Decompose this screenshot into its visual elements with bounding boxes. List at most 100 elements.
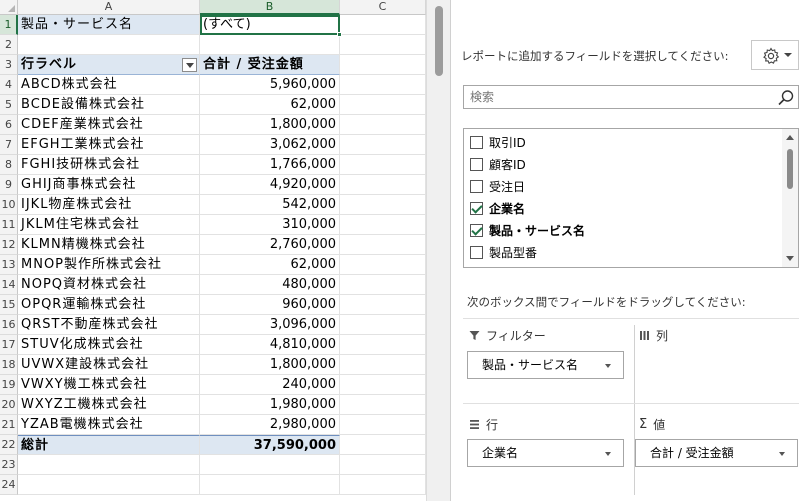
checkbox[interactable] <box>470 157 483 171</box>
cell-c17[interactable] <box>340 335 426 355</box>
column-header-c[interactable]: C <box>340 0 426 15</box>
row-label-cell[interactable]: ABCD株式会社 <box>18 75 200 95</box>
value-cell[interactable]: 62,000 <box>200 255 340 275</box>
cell-a24[interactable] <box>18 475 200 495</box>
value-cell[interactable]: 960,000 <box>200 295 340 315</box>
value-cell[interactable]: 240,000 <box>200 375 340 395</box>
column-header-a[interactable]: A <box>18 0 200 15</box>
row-header-18[interactable]: 18 <box>0 355 18 375</box>
field-search-box[interactable] <box>463 85 799 109</box>
row-header-24[interactable]: 24 <box>0 475 18 495</box>
value-cell[interactable]: 4,920,000 <box>200 175 340 195</box>
row-header-11[interactable]: 11 <box>0 215 18 235</box>
field-list[interactable]: 取引ID 顧客ID 受注日企業名製品・サービス名製品型番数量 <box>463 128 799 268</box>
checkbox[interactable] <box>470 245 483 259</box>
value-cell[interactable]: 62,000 <box>200 95 340 115</box>
row-header-17[interactable]: 17 <box>0 335 18 355</box>
checkbox[interactable] <box>470 179 483 193</box>
row-label-cell[interactable]: JKLM住宅株式会社 <box>18 215 200 235</box>
row-label-cell[interactable]: YZAB電機株式会社 <box>18 415 200 435</box>
sheet-vertical-scrollbar[interactable] <box>426 0 450 501</box>
cell-c23[interactable] <box>340 455 426 475</box>
grand-total-label[interactable]: 総計 <box>18 435 200 455</box>
cell-c4[interactable] <box>340 75 426 95</box>
row-label-cell[interactable]: IJKL物産株式会社 <box>18 195 200 215</box>
row-header-1[interactable]: 1 <box>0 15 18 35</box>
cell-c9[interactable] <box>340 175 426 195</box>
row-header-13[interactable]: 13 <box>0 255 18 275</box>
row-label-cell[interactable]: FGHI技研株式会社 <box>18 155 200 175</box>
row-header-9[interactable]: 9 <box>0 175 18 195</box>
row-header-22[interactable]: 22 <box>0 435 18 455</box>
cell-c21[interactable] <box>340 415 426 435</box>
row-label-cell[interactable]: BCDE設備株式会社 <box>18 95 200 115</box>
cell-c19[interactable] <box>340 375 426 395</box>
cell-c12[interactable] <box>340 235 426 255</box>
row-label-cell[interactable]: QRST不動産株式会社 <box>18 315 200 335</box>
value-cell[interactable]: 3,062,000 <box>200 135 340 155</box>
cell-b23[interactable] <box>200 455 340 475</box>
field-item[interactable]: 受注日 <box>470 175 525 197</box>
value-cell[interactable]: 310,000 <box>200 215 340 235</box>
row-label-cell[interactable]: WXYZ工機株式会社 <box>18 395 200 415</box>
scrollbar-thumb[interactable] <box>435 6 443 76</box>
row-header-8[interactable]: 8 <box>0 155 18 175</box>
chevron-down-icon[interactable] <box>605 364 611 368</box>
chevron-down-icon[interactable] <box>779 452 785 456</box>
field-item[interactable]: 数量 <box>470 263 513 269</box>
cell-c3[interactable] <box>340 55 426 75</box>
cell-c15[interactable] <box>340 295 426 315</box>
cell-b2[interactable] <box>200 35 340 55</box>
cell-c6[interactable] <box>340 115 426 135</box>
cell-a2[interactable] <box>18 35 200 55</box>
cell-c22[interactable] <box>340 435 426 455</box>
field-list-scrollbar[interactable] <box>782 129 798 267</box>
cell-b24[interactable] <box>200 475 340 495</box>
row-label-cell[interactable]: CDEF産業株式会社 <box>18 115 200 135</box>
values-area-field-chip[interactable]: 合計 / 受注金額 <box>635 439 798 467</box>
value-cell[interactable]: 480,000 <box>200 275 340 295</box>
cell-c11[interactable] <box>340 215 426 235</box>
spreadsheet[interactable]: A B C 1 製品・サービス名 (すべて) 2 3 行ラベル 合計 / 受注金額 4 ABCD… <box>0 0 426 501</box>
row-label-cell[interactable]: GHIJ商事株式会社 <box>18 175 200 195</box>
grand-total-value[interactable]: 37,590,000 <box>200 435 340 455</box>
row-header-10[interactable]: 10 <box>0 195 18 215</box>
tools-button[interactable] <box>751 40 799 70</box>
row-label-cell[interactable]: UVWX建設株式会社 <box>18 355 200 375</box>
cell-c16[interactable] <box>340 315 426 335</box>
rows-area-field-chip[interactable]: 企業名 <box>467 439 624 467</box>
cell-a23[interactable] <box>18 455 200 475</box>
row-header-3[interactable]: 3 <box>0 55 18 75</box>
row-label-cell[interactable]: VWXY機工株式会社 <box>18 375 200 395</box>
row-label-cell[interactable]: NOPQ資材株式会社 <box>18 275 200 295</box>
row-header-6[interactable]: 6 <box>0 115 18 135</box>
value-cell[interactable]: 1,800,000 <box>200 355 340 375</box>
cell-c10[interactable] <box>340 195 426 215</box>
value-cell[interactable]: 2,980,000 <box>200 415 340 435</box>
row-header-21[interactable]: 21 <box>0 415 18 435</box>
value-cell[interactable]: 5,960,000 <box>200 75 340 95</box>
row-header-20[interactable]: 20 <box>0 395 18 415</box>
checkbox[interactable] <box>470 268 483 269</box>
row-label-filter-button[interactable] <box>182 58 197 72</box>
field-item[interactable]: 顧客ID <box>470 153 526 175</box>
value-cell[interactable]: 4,810,000 <box>200 335 340 355</box>
cell-c7[interactable] <box>340 135 426 155</box>
checkbox-checked[interactable] <box>470 201 483 215</box>
row-label-cell[interactable]: KLMN精機株式会社 <box>18 235 200 255</box>
column-header-b[interactable]: B <box>200 0 340 15</box>
checkbox[interactable] <box>470 135 483 149</box>
row-header-12[interactable]: 12 <box>0 235 18 255</box>
pivot-filter-label[interactable]: 製品・サービス名 <box>18 15 200 35</box>
row-header-7[interactable]: 7 <box>0 135 18 155</box>
value-cell[interactable]: 1,980,000 <box>200 395 340 415</box>
row-label-cell[interactable]: EFGH工業株式会社 <box>18 135 200 155</box>
row-label-cell[interactable]: STUV化成株式会社 <box>18 335 200 355</box>
cell-c13[interactable] <box>340 255 426 275</box>
cell-c20[interactable] <box>340 395 426 415</box>
checkbox-checked[interactable] <box>470 223 483 237</box>
scroll-up-icon[interactable] <box>786 135 794 140</box>
value-cell[interactable]: 2,760,000 <box>200 235 340 255</box>
field-item[interactable]: 製品・サービス名 <box>470 219 585 241</box>
row-label-cell[interactable]: OPQR運輸株式会社 <box>18 295 200 315</box>
